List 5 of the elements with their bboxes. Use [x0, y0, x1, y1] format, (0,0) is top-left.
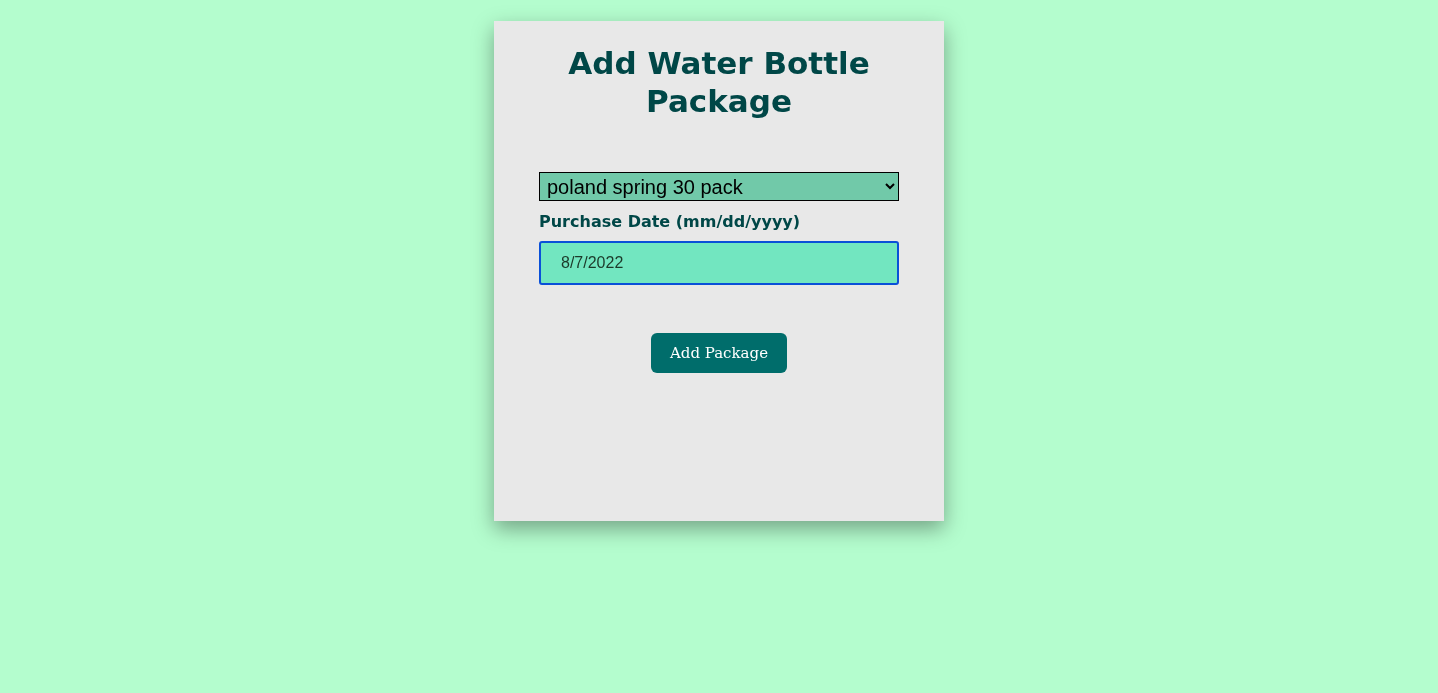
add-package-button[interactable]: Add Package [650, 333, 788, 373]
date-label: Purchase Date (mm/dd/yyyy) [539, 211, 802, 233]
date-input-field[interactable]: 8/7/2022 [539, 241, 899, 285]
form-title: Add Water Bottle Package [567, 44, 871, 120]
package-select[interactable]: poland spring 30 pack [539, 172, 899, 201]
